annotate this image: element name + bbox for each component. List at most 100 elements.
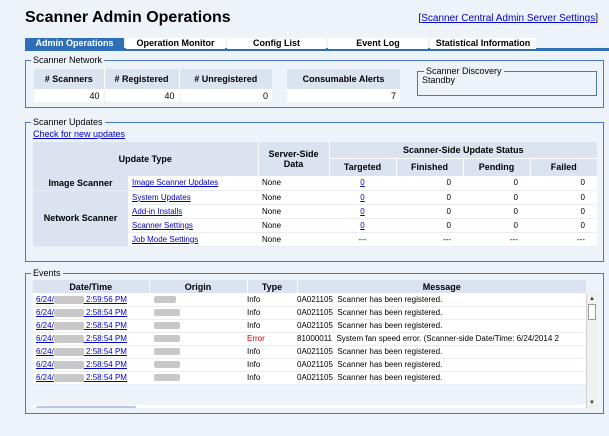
server-side-value: None: [258, 218, 329, 233]
server-side-value: None: [258, 190, 329, 205]
server-side-header: Server-Side Data: [257, 142, 329, 176]
event-code: 0A021105: [297, 308, 333, 317]
scanner-updates-table: Update Type Server-Side Data Scanner-Sid…: [33, 142, 597, 247]
event-code: 0A021105: [297, 294, 333, 304]
scanner-network-legend: Scanner Network: [33, 55, 103, 65]
redacted-date: [53, 308, 84, 317]
event-datetime-link[interactable]: 6/24/ 2:58:54 PM: [36, 321, 127, 330]
redacted-date: [53, 295, 84, 304]
table-row: Image Scanner Image Scanner Updates None…: [33, 176, 597, 191]
table-row[interactable]: 6/24/ 2:58:54 PM Info 0A021105 Scanner h…: [33, 358, 586, 372]
tab-admin-operations[interactable]: Admin Operations: [25, 38, 124, 49]
server-side-value: None: [258, 176, 329, 191]
scroll-up-icon[interactable]: ▲: [587, 294, 597, 304]
redacted-origin: [154, 348, 180, 356]
server-settings-link[interactable]: Scanner Central Admin Server Settings: [421, 13, 595, 24]
targeted-link[interactable]: 0: [360, 178, 364, 187]
consumable-alerts-header: Consumable Alerts: [287, 69, 400, 89]
event-datetime-link[interactable]: 6/24/ 2:58:54 PM: [36, 334, 127, 343]
scroll-thumb[interactable]: [588, 304, 596, 320]
system-updates-link[interactable]: System Updates: [132, 193, 191, 202]
redacted-origin: [154, 296, 176, 304]
event-datetime-link[interactable]: 6/24/ 2:58:54 PM: [36, 347, 127, 356]
registered-header: # Registered: [103, 69, 179, 89]
finished-header: Finished: [395, 157, 463, 176]
scanners-count: 40: [34, 89, 104, 102]
server-side-value: None: [258, 232, 329, 247]
redacted-date: [53, 334, 84, 343]
event-code: 0A021105: [297, 347, 333, 356]
redacted-origin: [154, 335, 180, 343]
failed-value: 0: [530, 176, 597, 191]
event-code: 81000011: [297, 334, 332, 343]
failed-value: 0: [530, 218, 597, 233]
event-type: Info: [247, 293, 297, 307]
network-scanner-group: Network Scanner: [33, 189, 128, 247]
pending-value: 0: [463, 176, 530, 191]
redacted-date: [53, 373, 84, 382]
event-message: Scanner has been registered.: [337, 308, 443, 317]
table-row[interactable]: 6/24/ 2:58:54 PM Info 0A021105 Scanner h…: [33, 319, 586, 333]
server-settings-link-wrapper: [Scanner Central Admin Server Settings]: [418, 13, 598, 24]
events-legend: Events: [33, 268, 61, 278]
event-datetime-link[interactable]: 6/24/ 2:58:54 PM: [36, 373, 127, 382]
add-in-installs-link[interactable]: Add-in Installs: [132, 207, 182, 216]
event-type: Info: [247, 306, 297, 320]
redacted-origin: [154, 322, 180, 330]
message-header: Message: [296, 280, 586, 293]
targeted-link[interactable]: 0: [360, 221, 364, 230]
pending-header: Pending: [462, 157, 530, 176]
scanner-updates-legend: Scanner Updates: [33, 117, 103, 127]
table-row[interactable]: 6/24/ 2:59:56 PM Info 0A021105 Scanner h…: [33, 293, 586, 307]
event-message: Scanner has been registered.: [337, 294, 443, 304]
event-message: Scanner has been registered.: [337, 347, 443, 356]
page-title: Scanner Admin Operations: [25, 9, 231, 26]
tab-statistical-information[interactable]: Statistical Information: [430, 38, 536, 49]
events-table: Date/Time Origin Type Message 6/24/ 2:59…: [33, 280, 586, 385]
tab-config-list[interactable]: Config List: [227, 38, 326, 49]
finished-value: 0: [396, 218, 463, 233]
tab-operation-monitor[interactable]: Operation Monitor: [126, 38, 225, 49]
job-mode-settings-link[interactable]: Job Mode Settings: [132, 235, 198, 244]
redacted-origin: [154, 309, 180, 317]
table-row[interactable]: 6/24/ 2:58:54 PM Info 0A021105 Scanner h…: [33, 371, 586, 385]
consumable-alerts-count: 7: [287, 89, 400, 102]
targeted-link[interactable]: 0: [360, 207, 364, 216]
datetime-header: Date/Time: [33, 280, 149, 293]
redacted-origin: [154, 361, 180, 369]
finished-value: 0: [396, 190, 463, 205]
table-row[interactable]: 6/24/ 2:58:54 PM Error 81000011 System f…: [33, 332, 586, 346]
event-datetime-link[interactable]: 6/24/ 2:58:54 PM: [36, 360, 127, 369]
failed-header: Failed: [529, 157, 597, 176]
event-code: 0A021105: [297, 321, 333, 330]
table-row[interactable]: 6/24/ 2:58:54 PM Info 0A021105 Scanner h…: [33, 306, 586, 320]
scanner-side-header: Scanner-Side Update Status: [328, 142, 597, 158]
type-header: Type: [246, 280, 297, 293]
scanner-settings-link[interactable]: Scanner Settings: [132, 221, 193, 230]
server-side-value: None: [258, 204, 329, 219]
event-type-error: Error: [247, 332, 297, 346]
failed-value: 0: [530, 204, 597, 219]
targeted-link[interactable]: 0: [360, 193, 364, 202]
events-scrollbar[interactable]: ▲ ▼: [586, 294, 597, 408]
redacted-date: [53, 360, 84, 369]
finished-value: 0: [396, 176, 463, 191]
image-scanner-updates-link[interactable]: Image Scanner Updates: [132, 178, 218, 187]
event-type: Info: [247, 358, 297, 372]
event-code: 0A021105: [297, 360, 333, 369]
table-row[interactable]: 6/24/ 2:58:54 PM Info 0A021105 Scanner h…: [33, 345, 586, 359]
event-datetime-link[interactable]: 6/24/ 2:59:56 PM: [36, 295, 127, 304]
redacted-date: [53, 347, 84, 356]
targeted-header: Targeted: [328, 157, 396, 176]
scanners-header: # Scanners: [34, 69, 104, 89]
event-datetime-link[interactable]: 6/24/ 2:58:54 PM: [36, 308, 127, 317]
origin-header: Origin: [148, 280, 247, 293]
event-message: Scanner has been registered.: [337, 321, 443, 330]
check-updates-link[interactable]: Check for new updates: [33, 129, 125, 139]
consumable-alerts-table: Consumable Alerts 7: [287, 69, 400, 102]
failed-value: ---: [530, 232, 597, 247]
tab-event-log[interactable]: Event Log: [328, 38, 428, 49]
events-table-viewport: Date/Time Origin Type Message 6/24/ 2:59…: [33, 280, 597, 408]
redacted-origin: [154, 374, 180, 382]
scroll-down-icon[interactable]: ▼: [587, 398, 597, 408]
